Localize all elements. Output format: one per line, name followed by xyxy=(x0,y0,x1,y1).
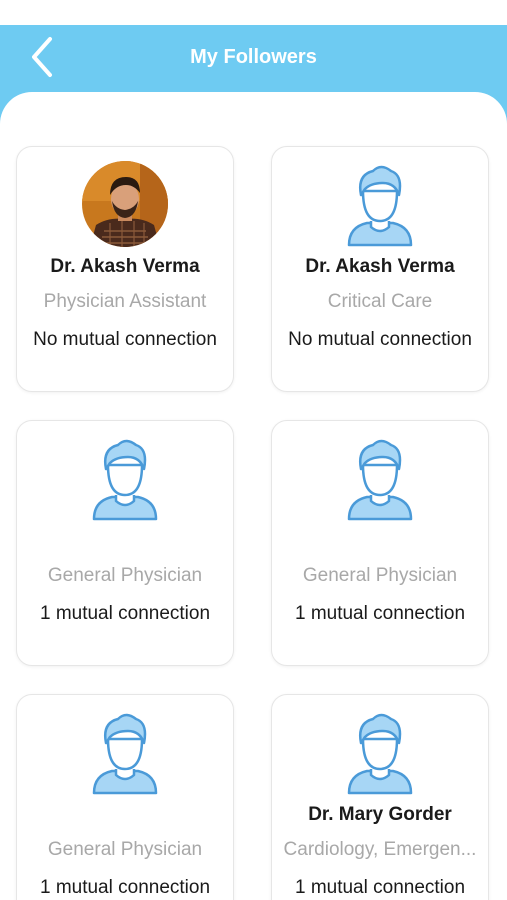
mutual-connection-text: No mutual connection xyxy=(288,329,472,350)
avatar xyxy=(337,161,423,247)
avatar xyxy=(82,161,168,247)
default-user-icon xyxy=(347,439,413,521)
follower-specialty: General Physician xyxy=(47,839,203,860)
default-user-icon xyxy=(92,439,158,521)
follower-specialty: Physician Assistant xyxy=(43,291,207,312)
follower-card[interactable]: Dr. Akash Verma Physician Assistant No m… xyxy=(16,146,234,392)
follower-name: Dr. Mary Gorder xyxy=(308,804,452,825)
mutual-connection-text: No mutual connection xyxy=(33,329,217,350)
status-bar xyxy=(0,0,507,25)
follower-card[interactable]: General Physician 1 mutual connection xyxy=(271,420,489,666)
mutual-connection-text: 1 mutual connection xyxy=(294,603,466,624)
profile-photo-icon xyxy=(82,161,168,247)
default-user-icon xyxy=(347,165,413,247)
follower-card[interactable]: General Physician 1 mutual connection xyxy=(16,420,234,666)
avatar xyxy=(337,435,423,521)
follower-specialty: General Physician xyxy=(302,565,458,586)
follower-card[interactable]: General Physician 1 mutual connection xyxy=(16,694,234,900)
follower-name: Dr. Akash Verma xyxy=(305,256,455,277)
avatar xyxy=(82,435,168,521)
mutual-connection-text: 1 mutual connection xyxy=(294,877,466,898)
follower-specialty: Cardiology, Emergen... xyxy=(283,839,477,860)
follower-name: Dr. Akash Verma xyxy=(50,256,200,277)
follower-specialty: Critical Care xyxy=(327,291,433,312)
follower-card[interactable]: Dr. Akash Verma Critical Care No mutual … xyxy=(271,146,489,392)
follower-card[interactable]: Dr. Mary Gorder Cardiology, Emergen... 1… xyxy=(271,694,489,900)
avatar xyxy=(337,709,423,795)
follower-specialty: General Physician xyxy=(47,565,203,586)
followers-grid: Dr. Akash Verma Physician Assistant No m… xyxy=(0,92,507,900)
default-user-icon xyxy=(92,713,158,795)
default-user-icon xyxy=(347,713,413,795)
avatar xyxy=(82,709,168,795)
page-title: My Followers xyxy=(190,46,317,68)
mutual-connection-text: 1 mutual connection xyxy=(39,603,211,624)
mutual-connection-text: 1 mutual connection xyxy=(39,877,211,898)
